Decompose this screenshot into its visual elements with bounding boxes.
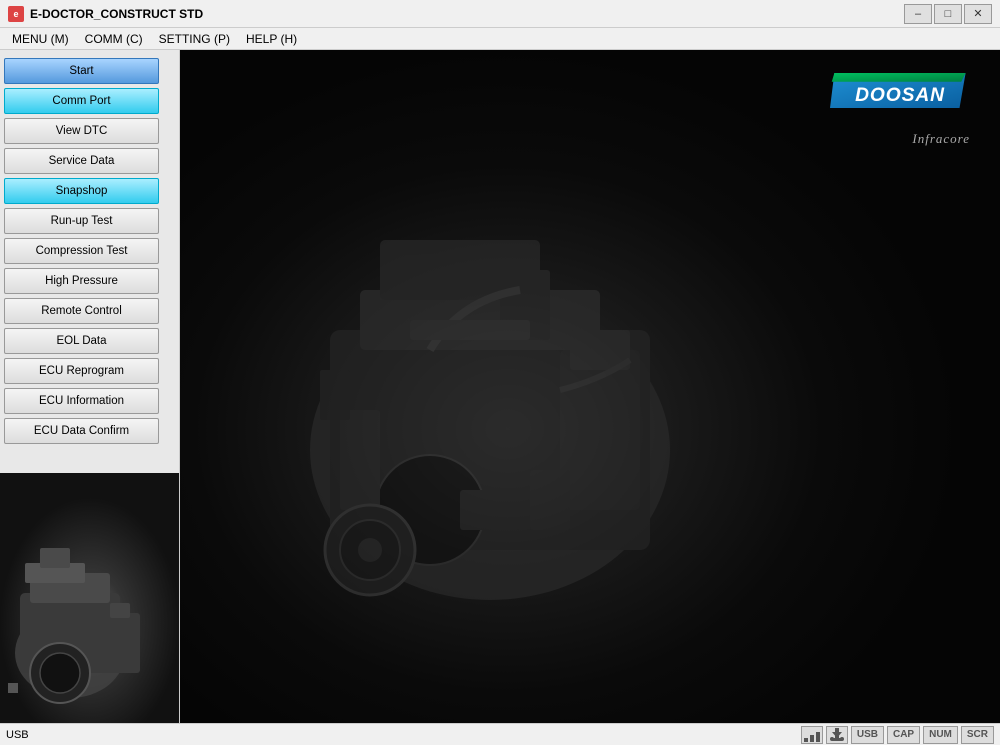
usb-badge: USB — [851, 726, 884, 744]
title-bar-left: e E-DOCTOR_CONSTRUCT STD — [8, 6, 203, 22]
sidebar-engine-image — [0, 473, 179, 723]
scr-badge: SCR — [961, 726, 994, 744]
menu-bar: MENU (M) COMM (C) SETTING (P) HELP (H) — [0, 28, 1000, 50]
menu-item-m[interactable]: MENU (M) — [4, 30, 77, 48]
ecu-information-button[interactable]: ECU Information — [4, 388, 159, 414]
content-area: DOOSAN Infracore — [180, 50, 1000, 723]
title-bar: e E-DOCTOR_CONSTRUCT STD – □ ✕ — [0, 0, 1000, 28]
eol-data-button[interactable]: EOL Data — [4, 328, 159, 354]
maximize-button[interactable]: □ — [934, 4, 962, 24]
remote-control-button[interactable]: Remote Control — [4, 298, 159, 324]
status-usb-label: USB — [6, 729, 29, 741]
sidebar-engine-svg — [0, 473, 179, 723]
menu-item-p[interactable]: SETTING (P) — [151, 30, 238, 48]
close-button[interactable]: ✕ — [964, 4, 992, 24]
doosan-logo-svg: DOOSAN — [830, 70, 970, 125]
menu-item-c[interactable]: COMM (C) — [77, 30, 151, 48]
infracore-text: Infracore — [830, 131, 970, 147]
status-bar: USB USB CAP NUM SCR — [0, 723, 1000, 745]
network-icon-svg — [804, 728, 820, 742]
ecu-reprogram-button[interactable]: ECU Reprogram — [4, 358, 159, 384]
main-container: Start Comm Port View DTC Service Data Sn… — [0, 50, 1000, 723]
comm-port-button[interactable]: Comm Port — [4, 88, 159, 114]
service-data-button[interactable]: Service Data — [4, 148, 159, 174]
menu-item-h[interactable]: HELP (H) — [238, 30, 305, 48]
cap-badge: CAP — [887, 726, 920, 744]
scroll-indicator — [8, 683, 18, 693]
svg-text:DOOSAN: DOOSAN — [855, 85, 945, 106]
minimize-button[interactable]: – — [904, 4, 932, 24]
sidebar: Start Comm Port View DTC Service Data Sn… — [0, 50, 180, 723]
usb-icon — [826, 726, 848, 744]
app-title: E-DOCTOR_CONSTRUCT STD — [30, 7, 203, 21]
snapshop-button[interactable]: Snapshop — [4, 178, 159, 204]
usb-icon-svg — [829, 728, 845, 742]
background-engine-svg — [180, 50, 1000, 723]
app-icon: e — [8, 6, 24, 22]
engine-background — [180, 50, 1000, 723]
start-button[interactable]: Start — [4, 58, 159, 84]
status-right-area: USB CAP NUM SCR — [801, 726, 994, 744]
high-pressure-button[interactable]: High Pressure — [4, 268, 159, 294]
ecu-data-confirm-button[interactable]: ECU Data Confirm — [4, 418, 159, 444]
doosan-logo: DOOSAN Infracore — [830, 70, 970, 147]
num-badge: NUM — [923, 726, 958, 744]
view-dtc-button[interactable]: View DTC — [4, 118, 159, 144]
compression-test-button[interactable]: Compression Test — [4, 238, 159, 264]
run-up-test-button[interactable]: Run-up Test — [4, 208, 159, 234]
network-icon — [801, 726, 823, 744]
window-controls: – □ ✕ — [904, 4, 992, 24]
